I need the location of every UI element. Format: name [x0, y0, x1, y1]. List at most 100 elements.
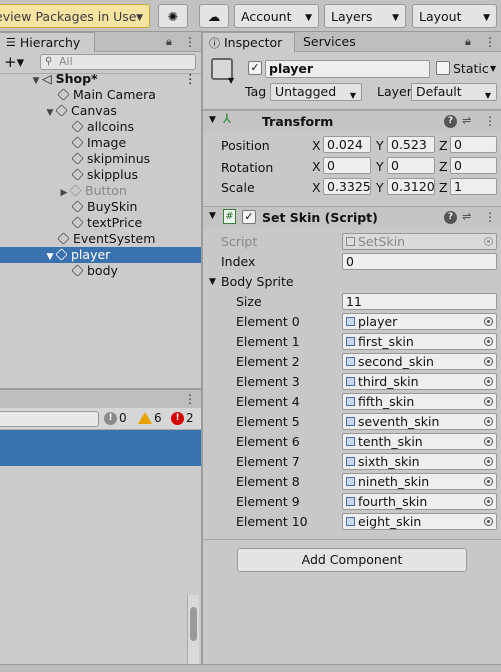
position-z-field[interactable]: 0	[450, 136, 497, 153]
chevron-down-icon: ▼	[349, 91, 356, 100]
search-icon: ⚲	[45, 56, 53, 67]
element-sprite-field[interactable]: tenth_skin	[342, 433, 497, 450]
kebab-menu-icon[interactable]: ⋮	[184, 35, 196, 49]
tree-item-allcoins[interactable]: allcoins	[0, 119, 201, 135]
active-checkbox[interactable]: ✓	[248, 61, 262, 75]
element-sprite-field[interactable]: seventh_skin	[342, 413, 497, 430]
expanded-arrow-icon[interactable]: ▼	[209, 115, 216, 125]
element-sprite-field[interactable]: second_skin	[342, 353, 497, 370]
scrollbar-thumb[interactable]	[190, 607, 197, 641]
position-x-field[interactable]: 0.024	[323, 136, 371, 153]
rotation-label: Rotation	[221, 160, 274, 175]
element-sprite-field[interactable]: eight_skin	[342, 513, 497, 530]
gameobject-icon	[71, 120, 84, 133]
layers-dropdown[interactable]: Layers ▼	[324, 4, 406, 28]
tag-dropdown[interactable]: Untagged ▼	[270, 83, 362, 101]
object-name-field[interactable]: player	[265, 60, 430, 78]
element-sprite-field[interactable]: fifth_skin	[342, 393, 497, 410]
kebab-menu-icon[interactable]: ⋮	[484, 35, 496, 49]
account-dropdown[interactable]: Account ▼	[234, 4, 319, 28]
hierarchy-search-input[interactable]: ⚲ All	[40, 54, 196, 70]
object-picker-icon[interactable]	[484, 457, 493, 466]
add-component-button[interactable]: Add Component	[237, 548, 467, 572]
presets-icon[interactable]: ⇌	[462, 114, 471, 127]
element-value: seventh_skin	[358, 414, 440, 429]
object-picker-icon[interactable]	[484, 357, 493, 366]
tree-item-image[interactable]: Image	[0, 135, 201, 151]
lock-icon[interactable]: 🔒︎	[465, 35, 471, 49]
add-plus-icon[interactable]: +▾	[4, 53, 24, 71]
tab-services[interactable]: Services	[303, 34, 356, 49]
component-enabled-checkbox[interactable]: ✓	[242, 210, 256, 224]
kebab-menu-icon[interactable]: ⋮	[484, 114, 496, 128]
scale-x-field[interactable]: 0.3325	[323, 178, 371, 195]
chevron-down-icon[interactable]: ▼	[228, 76, 234, 85]
cloud-button[interactable]: ☁	[199, 4, 229, 28]
tree-item-skipminus[interactable]: skipminus	[0, 151, 201, 167]
layer-dropdown[interactable]: Default ▼	[411, 83, 497, 101]
element-sprite-field[interactable]: nineth_skin	[342, 473, 497, 490]
object-picker-icon[interactable]	[484, 477, 493, 486]
kebab-menu-icon[interactable]: ⋮	[184, 392, 196, 406]
rotation-z-field[interactable]: 0	[450, 157, 497, 174]
index-field[interactable]: 0	[342, 253, 497, 270]
element-sprite-field[interactable]: sixth_skin	[342, 453, 497, 470]
position-y-field[interactable]: 0.523	[387, 136, 435, 153]
help-icon[interactable]: ?	[444, 211, 457, 224]
element-sprite-field[interactable]: fourth_skin	[342, 493, 497, 510]
element-sprite-field[interactable]: player	[342, 313, 497, 330]
object-picker-icon[interactable]	[484, 517, 493, 526]
tree-item-canvas[interactable]: ▼ Canvas	[0, 103, 201, 119]
console-selected-entry[interactable]	[0, 430, 201, 466]
lock-icon[interactable]: 🔒︎	[166, 35, 172, 49]
kebab-menu-icon[interactable]: ⋮	[184, 71, 197, 87]
object-picker-icon[interactable]	[484, 397, 493, 406]
object-picker-icon[interactable]	[484, 377, 493, 386]
expanded-arrow-icon[interactable]: ▼	[209, 211, 216, 221]
tree-item-body[interactable]: body	[0, 263, 201, 279]
expanded-arrow-icon[interactable]: ▼	[209, 277, 216, 287]
tree-item-player[interactable]: ▼ player	[0, 247, 201, 263]
error-count-toggle[interactable]: ! 2	[171, 411, 194, 425]
collab-button[interactable]: ✺	[158, 4, 188, 28]
tree-item-scene[interactable]: ▼ ◁ Shop* ⋮	[0, 71, 201, 87]
console-scrollbar[interactable]	[187, 595, 199, 672]
tree-item-button[interactable]: ▶ Button	[0, 183, 201, 199]
presets-icon[interactable]: ⇌	[462, 210, 471, 223]
rotation-y-field[interactable]: 0	[387, 157, 435, 174]
object-picker-icon[interactable]	[484, 317, 493, 326]
info-count-toggle[interactable]: ! 0	[104, 411, 127, 425]
setskin-header[interactable]: ▼ # ✓ Set Skin (Script) ? ⇌ ⋮	[203, 206, 501, 227]
kebab-menu-icon[interactable]: ⋮	[484, 210, 496, 224]
tree-item-textprice[interactable]: textPrice	[0, 215, 201, 231]
tree-item-main-camera[interactable]: Main Camera	[0, 87, 201, 103]
scale-z-field[interactable]: 1	[450, 178, 497, 195]
object-picker-icon[interactable]	[484, 337, 493, 346]
object-picker-icon[interactable]	[484, 437, 493, 446]
console-search-input[interactable]	[0, 411, 99, 427]
element-value: fourth_skin	[358, 494, 428, 509]
static-checkbox[interactable]	[436, 61, 450, 75]
chevron-down-icon[interactable]: ▼	[490, 64, 496, 73]
body-sprite-label[interactable]: Body Sprite	[221, 274, 294, 289]
tree-item-buyskin[interactable]: BuySkin	[0, 199, 201, 215]
size-field[interactable]: 11	[342, 293, 497, 310]
inspector-panel: ⓘ Inspector Services 🔒︎ ⋮ ▼ ✓ player Sta…	[202, 32, 501, 672]
preview-packages-button[interactable]: eview Packages in Use ▼	[0, 4, 150, 28]
layout-dropdown[interactable]: Layout ▼	[412, 4, 497, 28]
tree-item-eventsystem[interactable]: EventSystem	[0, 231, 201, 247]
help-icon[interactable]: ?	[444, 115, 457, 128]
element-sprite-field[interactable]: first_skin	[342, 333, 497, 350]
rotation-x-field[interactable]: 0	[323, 157, 371, 174]
tab-hierarchy[interactable]: ☰ Hierarchy	[0, 32, 95, 52]
object-picker-icon[interactable]	[484, 417, 493, 426]
element-sprite-field[interactable]: third_skin	[342, 373, 497, 390]
transform-header[interactable]: ▼ ⅄ Transform ? ⇌ ⋮	[203, 110, 501, 131]
scale-y-field[interactable]: 0.3120	[387, 178, 435, 195]
element-value: tenth_skin	[358, 434, 423, 449]
gameobject-icon	[71, 168, 84, 181]
tab-inspector[interactable]: ⓘ Inspector	[202, 32, 295, 52]
warning-count-toggle[interactable]: 6	[138, 411, 162, 425]
object-picker-icon[interactable]	[484, 497, 493, 506]
tree-item-skipplus[interactable]: skipplus	[0, 167, 201, 183]
